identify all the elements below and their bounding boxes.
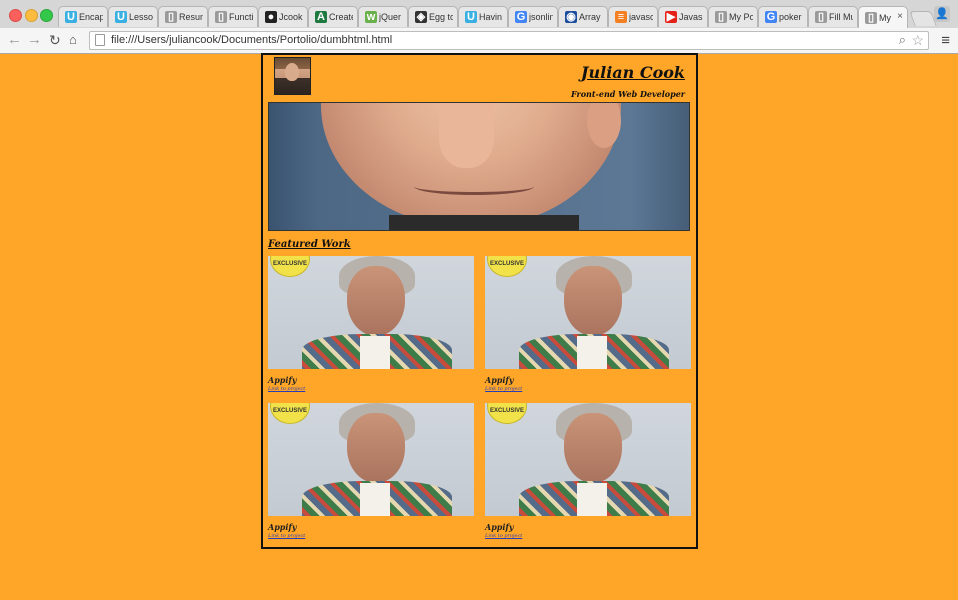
featured-work-heading: Featured Work — [268, 239, 351, 250]
page-icon: ▯ — [165, 11, 177, 23]
browser-tab[interactable]: ▶ Javas — [658, 6, 708, 27]
page-icon: ▯ — [715, 11, 727, 23]
maximize-window-button[interactable] — [40, 9, 53, 22]
w3schools-icon: w — [365, 11, 377, 23]
google-icon: G — [515, 11, 527, 23]
codepen-icon: ◈ — [415, 11, 427, 23]
tab-title: Create — [329, 12, 353, 22]
tab-strip: UEncapULessor▯Resum▯Functi●JcookACreatew… — [0, 0, 958, 29]
browser-tab[interactable]: ▯Resum — [158, 6, 208, 27]
tab-title: Fill Mu — [829, 12, 853, 22]
close-window-button[interactable] — [9, 9, 22, 22]
address-bar[interactable]: file:///Users/juliancook/Documents/Porto… — [89, 31, 929, 50]
page-icon: ▯ — [815, 11, 827, 23]
exclusive-sticker: EXCLUSIVE — [270, 403, 310, 424]
project-link[interactable]: Link to project — [485, 533, 691, 540]
project-title: Appify — [268, 375, 297, 385]
youtube-icon: ▶ — [665, 11, 677, 23]
project-card: EXCLUSIVE Appify Link to project — [268, 256, 474, 393]
project-thumbnail: EXCLUSIVE — [268, 403, 474, 516]
tab-title: javasc — [629, 12, 653, 22]
browser-tab[interactable]: ▯ My Po — [708, 6, 758, 27]
project-link[interactable]: Link to project — [268, 533, 474, 540]
tab-title: Jcook — [279, 12, 303, 22]
browser-tab[interactable]: ● Jcook — [258, 6, 308, 27]
udacity-icon: U — [465, 11, 477, 23]
stackoverflow-icon: ≡ — [615, 11, 627, 23]
search-icon[interactable]: ⌕ — [899, 32, 906, 48]
page-icon — [95, 34, 105, 46]
browser-toolbar: ← → ↻ ⌂ file:///Users/juliancook/Documen… — [0, 28, 958, 54]
github-icon: ● — [265, 11, 277, 23]
exclusive-sticker: EXCLUSIVE — [270, 256, 310, 277]
exclusive-sticker: EXCLUSIVE — [487, 256, 527, 277]
browser-tab[interactable]: ▯ Fill Mu — [808, 6, 858, 27]
codeacademy-icon: A — [315, 11, 327, 23]
browser-tab[interactable]: ◈ Egg to — [408, 6, 458, 27]
project-link[interactable]: Link to project — [268, 386, 474, 393]
page-subtitle: Front-end Web Developer — [570, 89, 685, 99]
page-container: Julian Cook Front-end Web Developer Feat… — [261, 53, 698, 549]
tab-title: Resum — [179, 12, 203, 22]
close-tab-icon[interactable]: × — [897, 11, 903, 22]
page-title: Julian Cook — [580, 63, 685, 82]
home-icon[interactable]: ⌂ — [69, 31, 77, 49]
tab-title: poker — [779, 12, 802, 22]
project-thumbnail: EXCLUSIVE — [268, 256, 474, 369]
browser-tab[interactable]: Gjsonlin — [508, 6, 558, 27]
tab-title: Array — [579, 12, 601, 22]
browser-tab[interactable]: U Encap — [58, 6, 108, 27]
project-title: Appify — [268, 522, 297, 532]
udacity-icon: U — [65, 11, 77, 23]
tab-title: Javas — [679, 12, 703, 22]
forward-arrow-icon[interactable]: → — [27, 31, 42, 49]
browser-tab[interactable]: ≡ javasc — [608, 6, 658, 27]
udacity-icon: U — [115, 11, 127, 23]
tab-title: Egg to — [429, 12, 453, 22]
browser-tab[interactable]: Gpoker — [758, 6, 808, 27]
tab-title: My Po — [729, 12, 753, 22]
back-arrow-icon[interactable]: ← — [7, 31, 22, 49]
reload-icon[interactable]: ↻ — [49, 31, 61, 49]
project-card: EXCLUSIVE Appify Link to project — [485, 403, 691, 540]
tab-title: jsonlin — [529, 12, 553, 22]
profile-icon[interactable]: 👤 — [934, 6, 950, 22]
tab-title: jQuer — [379, 12, 402, 22]
project-thumbnail: EXCLUSIVE — [485, 403, 691, 516]
project-title: Appify — [485, 522, 514, 532]
tab-title: Havin — [479, 12, 503, 22]
exclusive-sticker: EXCLUSIVE — [487, 403, 527, 424]
project-card: EXCLUSIVE Appify Link to project — [268, 403, 474, 540]
tab-title: Lessor — [129, 12, 153, 22]
browser-tab[interactable]: ▯ My × — [858, 6, 908, 28]
browser-tab[interactable]: ◉ Array — [558, 6, 608, 27]
project-link[interactable]: Link to project — [485, 386, 691, 393]
menu-icon[interactable]: ≡ — [941, 32, 950, 49]
tab-title: My — [879, 12, 891, 23]
page-icon: ▯ — [865, 11, 877, 24]
hero-image — [268, 102, 690, 231]
project-thumbnail: EXCLUSIVE — [485, 256, 691, 369]
google-icon: G — [765, 11, 777, 23]
new-tab-button[interactable] — [909, 11, 937, 26]
browser-tab[interactable]: ACreate — [308, 6, 358, 27]
project-title: Appify — [485, 375, 514, 385]
browser-chrome: UEncapULessor▯Resum▯Functi●JcookACreatew… — [0, 0, 958, 54]
tab-title: Encap — [79, 12, 103, 22]
project-card: EXCLUSIVE Appify Link to project — [485, 256, 691, 393]
page-icon: ▯ — [215, 11, 227, 23]
mdn-icon: ◉ — [565, 11, 577, 23]
tab-title: Functi — [229, 12, 253, 22]
browser-tab[interactable]: ULessor — [108, 6, 158, 27]
url-text[interactable]: file:///Users/juliancook/Documents/Porto… — [111, 34, 392, 46]
browser-tab[interactable]: w jQuer — [358, 6, 408, 27]
tab-list: UEncapULessor▯Resum▯Functi●JcookACreatew… — [58, 6, 908, 28]
avatar — [274, 57, 311, 95]
browser-tab[interactable]: ▯ Functi — [208, 6, 258, 27]
browser-tab[interactable]: U Havin — [458, 6, 508, 27]
bookmark-star-icon[interactable]: ☆ — [911, 32, 924, 49]
minimize-window-button[interactable] — [25, 9, 38, 22]
